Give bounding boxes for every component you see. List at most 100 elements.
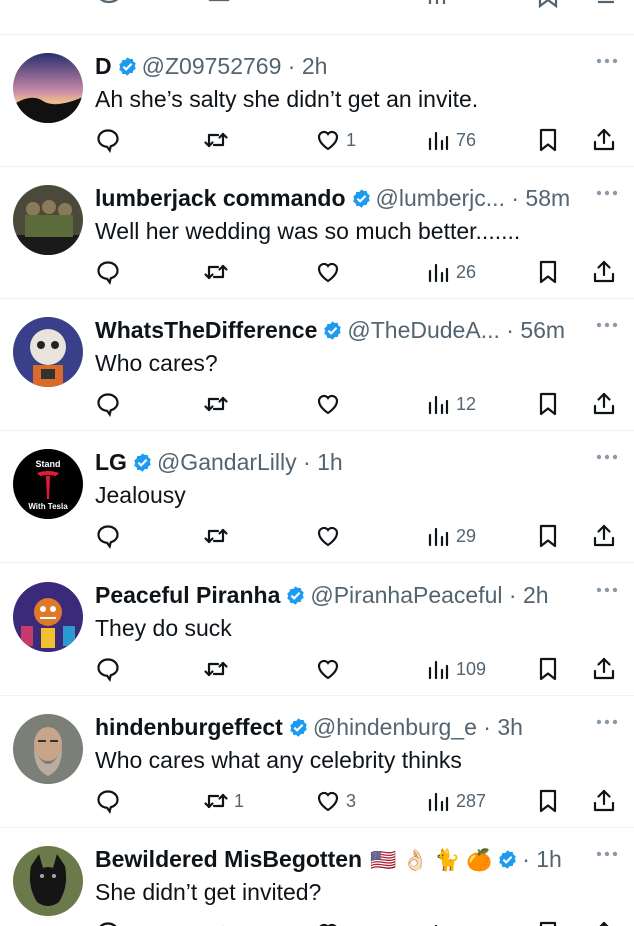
avatar-sunset-landscape[interactable] bbox=[13, 53, 83, 123]
avatar-bearded-man[interactable] bbox=[13, 714, 83, 784]
bookmark-button[interactable] bbox=[535, 255, 561, 289]
bookmark-icon bbox=[539, 392, 557, 416]
share-button[interactable] bbox=[591, 916, 617, 926]
timestamp[interactable]: 56m bbox=[520, 317, 565, 343]
tweet[interactable]: hindenburgeffect @hindenburg_e · 3h Who c… bbox=[0, 696, 634, 828]
tweet-header: LG @GandarLilly · 1h bbox=[95, 445, 595, 479]
handle[interactable]: @hindenburg_e bbox=[313, 714, 477, 740]
handle[interactable]: @GandarLilly bbox=[157, 449, 297, 475]
share-button[interactable] bbox=[591, 784, 617, 818]
handle[interactable]: @lumberjc... bbox=[376, 185, 505, 211]
bookmark-button[interactable] bbox=[535, 123, 561, 157]
retweet-count: 1 bbox=[234, 790, 245, 811]
views-button[interactable]: 50 bbox=[425, 916, 476, 926]
avatar-astronaut-skeleton[interactable] bbox=[13, 317, 83, 387]
previous-tweet-actions: 6 149 bbox=[0, 0, 634, 35]
tweet[interactable]: Peaceful Piranha @PiranhaPeaceful · 2h Th… bbox=[0, 564, 634, 696]
retweet-button[interactable] bbox=[203, 387, 234, 421]
more-options-icon[interactable] bbox=[596, 586, 618, 594]
bookmark-button[interactable] bbox=[535, 652, 561, 686]
timestamp[interactable]: 58m bbox=[525, 185, 570, 211]
separator-dot: · bbox=[499, 317, 521, 343]
timestamp[interactable]: 1h bbox=[317, 449, 343, 475]
more-options-icon[interactable] bbox=[596, 453, 618, 461]
share-button[interactable] bbox=[591, 123, 617, 157]
share-button[interactable] bbox=[591, 519, 617, 553]
tweet[interactable]: lumberjack commando @lumberjc... · 58m We… bbox=[0, 167, 634, 299]
handle[interactable]: @Z09752769 bbox=[142, 53, 282, 79]
verified-badge-icon bbox=[290, 718, 307, 737]
display-name[interactable]: WhatsTheDifference bbox=[95, 317, 317, 343]
retweet-button[interactable] bbox=[203, 519, 234, 553]
more-options-icon[interactable] bbox=[596, 850, 618, 858]
display-name[interactable]: Peaceful Piranha bbox=[95, 582, 280, 608]
share-button[interactable] bbox=[591, 652, 617, 686]
views-button[interactable]: 12 bbox=[425, 387, 476, 421]
avatar-black-dog[interactable] bbox=[13, 846, 83, 916]
retweet-button[interactable] bbox=[203, 255, 234, 289]
like-button[interactable] bbox=[315, 255, 346, 289]
views-button[interactable]: 29 bbox=[425, 519, 476, 553]
tweet[interactable]: Stand With Tesla LG @GandarLilly · 1h Jeal… bbox=[0, 431, 634, 563]
tweet[interactable]: WhatsTheDifference @TheDudeA... · 56m Who… bbox=[0, 299, 634, 431]
reply-button[interactable] bbox=[95, 784, 126, 818]
verified-badge-icon bbox=[287, 586, 305, 605]
display-name[interactable]: D bbox=[95, 53, 112, 79]
reply-button[interactable] bbox=[95, 255, 126, 289]
handle[interactable]: @TheDudeA... bbox=[347, 317, 499, 343]
like-button[interactable] bbox=[315, 387, 346, 421]
reply-button[interactable] bbox=[95, 652, 126, 686]
more-options-icon[interactable] bbox=[596, 718, 618, 726]
tweet-actions: 50 bbox=[95, 916, 625, 926]
display-name[interactable]: lumberjack commando bbox=[95, 185, 346, 211]
separator-dot: · bbox=[504, 185, 526, 211]
reply-button[interactable] bbox=[95, 123, 126, 157]
like-button[interactable] bbox=[315, 916, 346, 926]
reply-button[interactable] bbox=[95, 519, 126, 553]
display-name[interactable]: LG bbox=[95, 449, 127, 475]
tweet-text: Who cares? bbox=[95, 350, 218, 376]
display-name[interactable]: Bewildered MisBegotten bbox=[95, 846, 362, 872]
heart-icon bbox=[319, 923, 337, 926]
retweet-button[interactable] bbox=[203, 652, 234, 686]
more-options-icon[interactable] bbox=[596, 57, 618, 65]
views-button[interactable]: 287 bbox=[425, 784, 486, 818]
timestamp[interactable]: 1h bbox=[536, 846, 562, 872]
more-options-icon[interactable] bbox=[596, 321, 618, 329]
tweet[interactable]: Bewildered MisBegotten 🇺🇸 👌🏻 🐈 🍊 · 1h She … bbox=[0, 828, 634, 926]
retweet-button[interactable] bbox=[203, 916, 234, 926]
reply-button[interactable] bbox=[95, 916, 126, 926]
tweet-text: She didn’t get invited? bbox=[95, 879, 322, 905]
handle[interactable]: @PiranhaPeaceful bbox=[310, 582, 502, 608]
views-button[interactable]: 26 bbox=[425, 255, 476, 289]
bookmark-button[interactable] bbox=[535, 916, 561, 926]
tweet-actions: 1 3 287 bbox=[95, 784, 625, 818]
share-button[interactable] bbox=[591, 255, 617, 289]
more-options-icon[interactable] bbox=[596, 189, 618, 197]
retweet-button[interactable] bbox=[203, 123, 234, 157]
share-button[interactable] bbox=[591, 387, 617, 421]
display-name[interactable]: hindenburgeffect bbox=[95, 714, 283, 740]
like-button[interactable] bbox=[315, 519, 346, 553]
reply-button[interactable] bbox=[95, 387, 126, 421]
reply-icon bbox=[97, 129, 119, 153]
timestamp[interactable]: 2h bbox=[302, 53, 328, 79]
avatar-stand-with-tesla[interactable]: Stand With Tesla bbox=[13, 449, 83, 519]
retweet-button[interactable]: 1 bbox=[203, 784, 244, 818]
like-button[interactable]: 1 bbox=[315, 123, 356, 157]
timestamp[interactable]: 2h bbox=[523, 582, 549, 608]
bookmark-button[interactable] bbox=[535, 519, 561, 553]
like-button[interactable] bbox=[315, 652, 346, 686]
timestamp[interactable]: 3h bbox=[497, 714, 523, 740]
tweet-header: Peaceful Piranha @PiranhaPeaceful · 2h bbox=[95, 578, 595, 612]
tweet[interactable]: D @Z09752769 · 2h Ah she’s salty she didn… bbox=[0, 35, 634, 167]
bookmark-button[interactable] bbox=[535, 784, 561, 818]
tweet-text: They do suck bbox=[95, 615, 232, 641]
views-button[interactable]: 76 bbox=[425, 123, 476, 157]
like-button[interactable]: 3 bbox=[315, 784, 356, 818]
tweet-actions: 29 bbox=[95, 519, 625, 553]
views-button[interactable]: 109 bbox=[425, 652, 486, 686]
bookmark-button[interactable] bbox=[535, 387, 561, 421]
avatar-cartoon-band[interactable] bbox=[13, 582, 83, 652]
avatar-soldiers-group[interactable] bbox=[13, 185, 83, 255]
